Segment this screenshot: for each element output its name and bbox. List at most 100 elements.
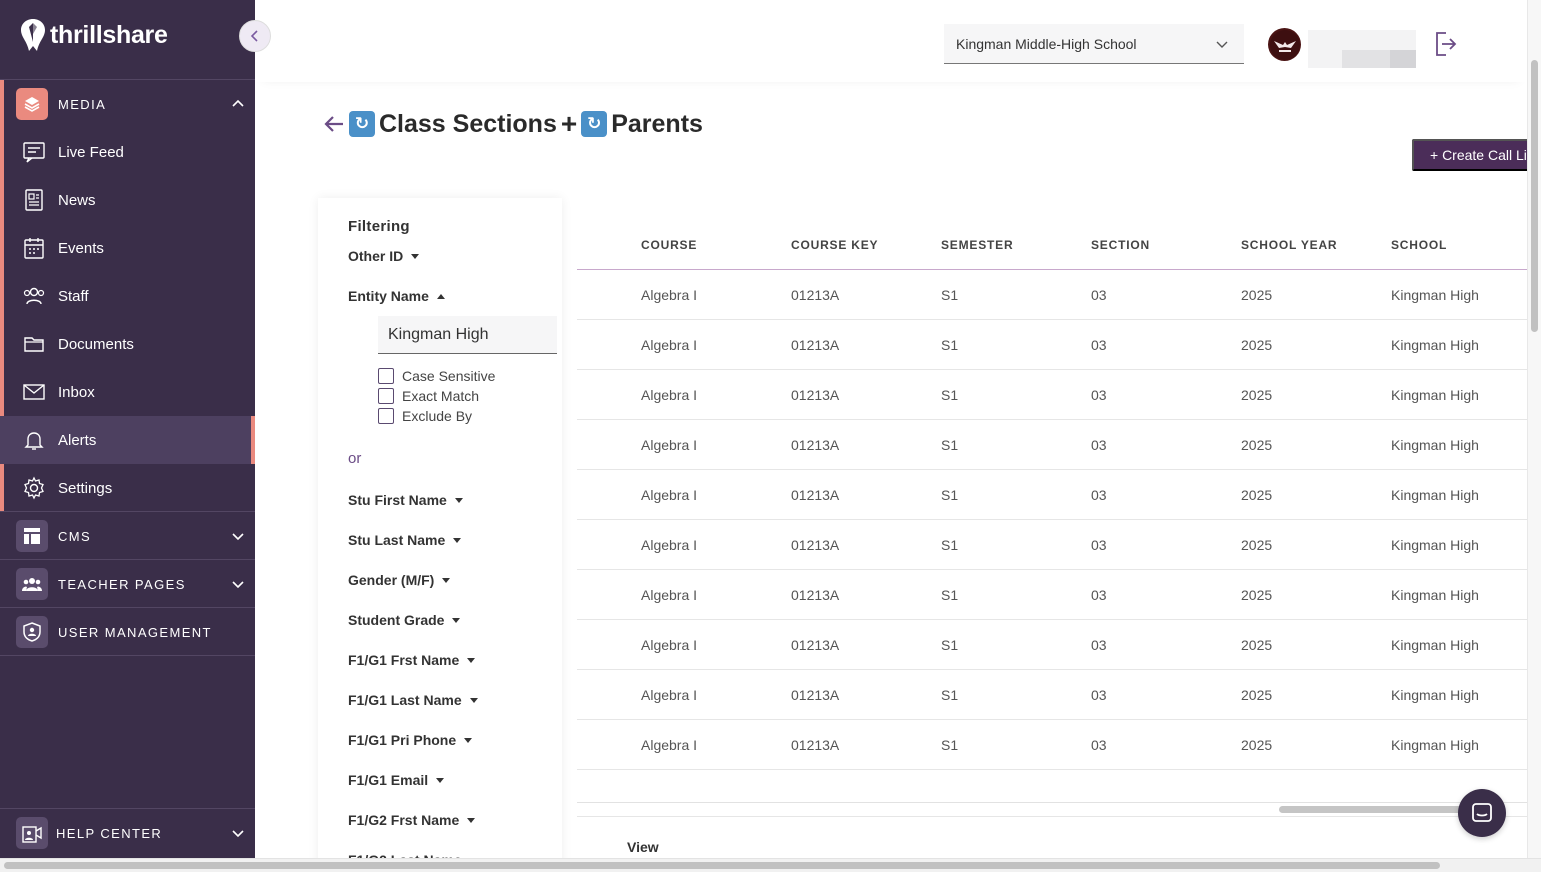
- filter-student-grade[interactable]: Student Grade: [348, 612, 461, 628]
- table-cell: 01213A: [791, 537, 840, 553]
- table-row[interactable]: Algebra I 01213A S1 03 2025 Kingman High: [577, 470, 1527, 520]
- caret-down-icon: [454, 497, 463, 503]
- sidebar-section-teacher-pages[interactable]: TEACHER PAGES: [0, 560, 255, 608]
- exact-match-checkbox[interactable]: Exact Match: [378, 388, 479, 404]
- staff-icon: [23, 287, 45, 305]
- table-cell: Algebra I: [641, 337, 698, 353]
- sidebar-section-media[interactable]: MEDIA: [0, 80, 255, 128]
- caret-up-icon: [436, 293, 445, 299]
- filter-title: Filtering: [348, 218, 410, 235]
- logout-icon[interactable]: [1434, 31, 1458, 57]
- sidebar-section-help-center[interactable]: HELP CENTER: [0, 809, 255, 857]
- column-header[interactable]: COURSE: [641, 238, 697, 252]
- filter-gender[interactable]: Gender (M/F): [348, 572, 451, 588]
- table-row[interactable]: Algebra I 01213A S1 03 2025 Kingman High: [577, 320, 1527, 370]
- sidebar-item-alerts[interactable]: Alerts: [0, 416, 255, 464]
- collapse-sidebar-button[interactable]: [239, 20, 271, 52]
- table-row[interactable]: Algebra I 01213A S1 03 2025 Kingman High: [577, 620, 1527, 670]
- filter-other-id[interactable]: Other ID: [348, 248, 420, 264]
- column-header[interactable]: SECTION: [1091, 238, 1150, 252]
- checkbox-box[interactable]: [378, 408, 394, 424]
- checkbox-box[interactable]: [378, 368, 394, 384]
- sidebar-section-label: TEACHER PAGES: [58, 576, 186, 592]
- filter-entity-name[interactable]: Entity Name: [348, 288, 445, 304]
- table-row[interactable]: Algebra I 01213A S1 03 2025 Kingman High: [577, 570, 1527, 620]
- filter-stu-first-name[interactable]: Stu First Name: [348, 492, 463, 508]
- mail-icon: [23, 384, 45, 400]
- create-call-list-button[interactable]: + Create Call List: [1412, 139, 1541, 171]
- caret-down-icon: [442, 577, 451, 583]
- filter-f1g1-email[interactable]: F1/G1 Email: [348, 772, 445, 788]
- exclude-by-checkbox[interactable]: Exclude By: [378, 408, 472, 424]
- table-cell: Kingman High: [1391, 687, 1479, 703]
- column-header[interactable]: SEMESTER: [941, 238, 1013, 252]
- checkbox-label: Exclude By: [402, 408, 473, 424]
- filter-f1g2-first-name[interactable]: F1/G2 Frst Name: [348, 812, 476, 828]
- school-selector[interactable]: Kingman Middle-High School: [944, 24, 1244, 64]
- column-header[interactable]: SCHOOL YEAR: [1241, 238, 1337, 252]
- filter-label: F1/G2 Frst Name: [348, 812, 460, 828]
- sidebar-section-cms[interactable]: CMS: [0, 512, 255, 560]
- layout-icon: [16, 520, 48, 552]
- page-title-plus: +: [560, 108, 578, 139]
- page-vertical-scrollbar[interactable]: [1531, 60, 1538, 332]
- sidebar-section-label: CMS: [58, 528, 92, 544]
- sidebar-section-user-management[interactable]: USER MANAGEMENT: [0, 608, 255, 656]
- table-cell: 03: [1091, 387, 1107, 403]
- column-header[interactable]: COURSE KEY: [791, 238, 878, 252]
- table-row[interactable]: Algebra I 01213A S1 03 2025 Kingman High: [577, 720, 1527, 770]
- user-name-redacted: [1390, 50, 1416, 68]
- table-cell: Algebra I: [641, 437, 698, 453]
- sidebar: thrillshare MEDIA Live Feed News Events …: [0, 0, 255, 872]
- back-arrow-icon[interactable]: [322, 112, 346, 136]
- table-cell: 03: [1091, 437, 1107, 453]
- sidebar-item-settings[interactable]: Settings: [0, 464, 255, 512]
- chevron-down-icon: [232, 830, 244, 838]
- table-horizontal-scrollbar[interactable]: [1279, 806, 1479, 813]
- help-video-icon: [16, 817, 48, 849]
- chevron-up-icon: [232, 99, 244, 107]
- table-row[interactable]: Algebra I 01213A S1 03 2025 Kingman High: [577, 370, 1527, 420]
- or-separator: or: [348, 450, 362, 467]
- sidebar-item-label: Documents: [58, 335, 134, 353]
- filter-f1g1-pri-phone[interactable]: F1/G1 Pri Phone: [348, 732, 473, 748]
- case-sensitive-checkbox[interactable]: Case Sensitive: [378, 368, 495, 384]
- filter-label: Stu Last Name: [348, 532, 446, 548]
- table-cell: S1: [941, 537, 959, 553]
- filter-f1g1-first-name[interactable]: F1/G1 Frst Name: [348, 652, 476, 668]
- sidebar-item-label: Inbox: [58, 383, 95, 401]
- repeat-icon: ↻: [349, 111, 375, 137]
- table-row[interactable]: Algebra I 01213A S1 03 2025 Kingman High: [577, 670, 1527, 720]
- filter-f1g1-last-name[interactable]: F1/G1 Last Name: [348, 692, 478, 708]
- filter-label: F1/G1 Email: [348, 772, 429, 788]
- column-header[interactable]: SCHOOL: [1391, 238, 1447, 252]
- entity-name-input[interactable]: [378, 316, 557, 354]
- sidebar-item-documents[interactable]: Documents: [0, 320, 255, 368]
- table-cell: 2025: [1241, 537, 1273, 553]
- layers-icon: [16, 88, 48, 120]
- table-row[interactable]: Algebra I 01213A S1 03 2025 Kingman High: [577, 420, 1527, 470]
- sidebar-item-inbox[interactable]: Inbox: [0, 368, 255, 416]
- sidebar-item-news[interactable]: News: [0, 176, 255, 224]
- table-cell: Kingman High: [1391, 487, 1479, 503]
- table-cell: 01213A: [791, 487, 840, 503]
- chevron-down-icon: [232, 533, 244, 541]
- table-cell: 2025: [1241, 487, 1273, 503]
- table-row[interactable]: Algebra I 01213A S1 03 2025 Kingman High: [577, 520, 1527, 570]
- sidebar-item-events[interactable]: Events: [0, 224, 255, 272]
- caret-down-icon: [436, 777, 445, 783]
- table-cell: 03: [1091, 687, 1107, 703]
- sidebar-item-live-feed[interactable]: Live Feed: [0, 128, 255, 176]
- checkbox-box[interactable]: [378, 388, 394, 404]
- table-cell: S1: [941, 487, 959, 503]
- table-cell: 2025: [1241, 437, 1273, 453]
- chat-launcher-button[interactable]: [1458, 789, 1506, 837]
- filter-stu-last-name[interactable]: Stu Last Name: [348, 532, 462, 548]
- thrillshare-logo[interactable]: thrillshare: [20, 18, 168, 52]
- sidebar-item-staff[interactable]: Staff: [0, 272, 255, 320]
- avatar[interactable]: [1268, 28, 1301, 61]
- sidebar-item-label: Events: [58, 239, 104, 257]
- table-cell: 03: [1091, 537, 1107, 553]
- table-row[interactable]: Algebra I 01213A S1 03 2025 Kingman High: [577, 270, 1527, 320]
- page-horizontal-scrollbar[interactable]: [4, 862, 1440, 869]
